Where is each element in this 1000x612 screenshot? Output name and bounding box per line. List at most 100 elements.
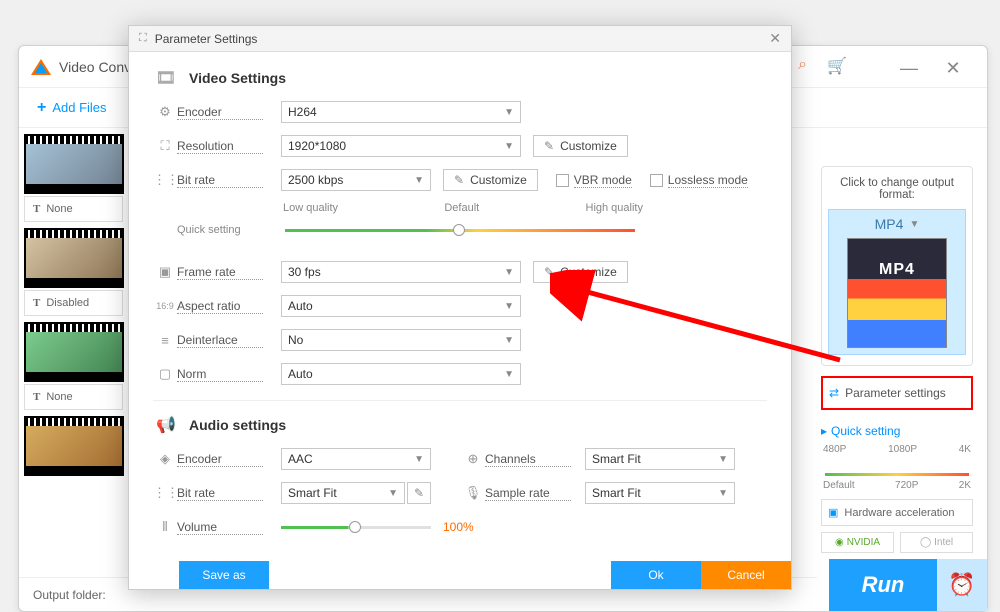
plus-icon: + — [37, 99, 46, 117]
sliders-icon: ⇄ — [829, 386, 839, 400]
deinterlace-label: Deinterlace — [177, 333, 263, 348]
deinterlace-icon: ≡ — [153, 333, 177, 348]
pencil-icon: ✎ — [544, 265, 554, 279]
audio-bitrate-label: Bit rate — [177, 486, 263, 501]
norm-icon: ▢ — [153, 366, 177, 382]
chevron-down-icon: ▼ — [388, 488, 398, 499]
bitrate-label: Bit rate — [177, 173, 263, 188]
cancel-button[interactable]: Cancel — [701, 561, 791, 589]
output-panel: Click to change output format: MP4▼ MP4 … — [821, 166, 973, 553]
cart-icon[interactable]: 🛒 — [827, 56, 847, 76]
norm-select[interactable]: Auto▼ — [281, 363, 521, 385]
quick-setting-link[interactable]: ▸Quick setting — [821, 424, 973, 438]
chevron-down-icon: ▼ — [504, 369, 514, 380]
video-thumbnail[interactable] — [24, 416, 124, 476]
text-icon: T — [33, 297, 40, 309]
text-icon: T — [33, 391, 40, 403]
audio-encoder-select[interactable]: AAC▼ — [281, 448, 431, 470]
dialog-title: Parameter Settings — [155, 32, 258, 46]
text-icon: T — [33, 203, 40, 215]
channels-icon: ⊕ — [461, 451, 485, 467]
output-folder-label: Output folder: — [33, 588, 106, 602]
audio-bitrate-edit-button[interactable]: ✎ — [407, 482, 431, 504]
chevron-down-icon: ▼ — [909, 219, 919, 230]
clock-icon: ⏰ — [948, 572, 975, 598]
chip-icon: ▣ — [828, 506, 838, 519]
chevron-down-icon: ▼ — [414, 175, 424, 186]
audio-section-header: 📢 Audio settings — [153, 415, 767, 435]
chevron-down-icon: ▼ — [718, 454, 728, 465]
samplerate-icon: 🎙 — [461, 485, 485, 501]
video-encoder-select[interactable]: H264▼ — [281, 101, 521, 123]
schedule-button[interactable]: ⏰ — [937, 559, 987, 611]
output-format-title: Click to change output format: — [828, 177, 966, 201]
video-thumbnail[interactable] — [24, 228, 124, 288]
intel-toggle[interactable]: ◯Intel — [900, 532, 973, 553]
volume-label: Volume — [177, 520, 263, 535]
audio-bitrate-select[interactable]: Smart Fit▼ — [281, 482, 405, 504]
framerate-customize-button[interactable]: ✎Customize — [533, 261, 628, 283]
nvidia-toggle[interactable]: ◉NVIDIA — [821, 532, 894, 553]
search-icon[interactable]: ⌕ — [798, 56, 807, 76]
chevron-down-icon: ▼ — [504, 267, 514, 278]
vbr-label: VBR mode — [574, 173, 632, 188]
video-section-header: 🎞 Video Settings — [153, 68, 767, 88]
pencil-icon: ✎ — [544, 139, 554, 153]
quick-setting-label: Quick setting — [177, 224, 263, 236]
video-thumbnail[interactable] — [24, 322, 124, 382]
norm-label: Norm — [177, 367, 263, 382]
subtitle-pill[interactable]: TDisabled — [24, 290, 123, 316]
chevron-down-icon: ▼ — [504, 301, 514, 312]
dialog-titlebar: ⛶ Parameter Settings ✕ — [129, 26, 791, 52]
lossless-checkbox[interactable] — [650, 174, 663, 187]
parameter-settings-dialog: ⛶ Parameter Settings ✕ 🎞 Video Settings … — [128, 25, 792, 590]
minimize-button[interactable]: — — [895, 54, 923, 82]
add-files-label: Add Files — [52, 100, 106, 115]
quick-quality-slider[interactable] — [825, 473, 969, 476]
resolution-select[interactable]: 1920*1080▼ — [281, 135, 521, 157]
ok-button[interactable]: Ok — [611, 561, 701, 589]
chevron-down-icon: ▼ — [414, 454, 424, 465]
chevron-down-icon: ▼ — [504, 141, 514, 152]
volume-slider[interactable] — [281, 526, 431, 529]
parameter-settings-link[interactable]: ⇄ Parameter settings — [821, 376, 973, 410]
video-bitrate-select[interactable]: 2500 kbps▼ — [281, 169, 431, 191]
aspect-select[interactable]: Auto▼ — [281, 295, 521, 317]
add-files-button[interactable]: + Add Files — [37, 99, 107, 117]
bitrate-customize-button[interactable]: ✎Customize — [443, 169, 538, 191]
dialog-close-button[interactable]: ✕ — [769, 30, 781, 47]
framerate-label: Frame rate — [177, 265, 263, 280]
app-title: Video Conv — [59, 59, 131, 75]
samplerate-select[interactable]: Smart Fit▼ — [585, 482, 735, 504]
audio-bitrate-icon: ⋮⋮ — [153, 485, 177, 501]
volume-icon: ⦀ — [153, 519, 177, 535]
thumbnail-column: TNone TDisabled TNone — [19, 128, 129, 577]
film-icon: 🎞 — [153, 68, 179, 88]
save-as-button[interactable]: Save as — [179, 561, 269, 589]
pencil-icon: ✎ — [454, 173, 464, 187]
lossless-label: Lossless mode — [668, 173, 748, 188]
resolution-icon: ⛶ — [153, 138, 177, 154]
channels-label: Channels — [485, 452, 571, 467]
close-button[interactable]: ✕ — [939, 54, 967, 82]
subtitle-pill[interactable]: TNone — [24, 196, 123, 222]
chevron-down-icon: ▼ — [718, 488, 728, 499]
quality-slider[interactable] — [285, 229, 635, 232]
resolution-customize-button[interactable]: ✎Customize — [533, 135, 628, 157]
vbr-checkbox[interactable] — [556, 174, 569, 187]
run-button[interactable]: Run — [829, 559, 937, 611]
video-thumbnail[interactable] — [24, 134, 124, 194]
output-format-tile[interactable]: MP4▼ MP4 — [828, 209, 966, 355]
sliders-icon: ⛶ — [139, 32, 147, 45]
resolution-label: Resolution — [177, 139, 263, 154]
speaker-icon: 📢 — [153, 415, 179, 435]
deinterlace-select[interactable]: No▼ — [281, 329, 521, 351]
format-preview-image: MP4 — [847, 238, 947, 348]
framerate-select[interactable]: 30 fps▼ — [281, 261, 521, 283]
subtitle-pill[interactable]: TNone — [24, 384, 123, 410]
channels-select[interactable]: Smart Fit▼ — [585, 448, 735, 470]
aspect-label: Aspect ratio — [177, 299, 263, 314]
encoder-label: Encoder — [177, 105, 263, 120]
hardware-accel-box[interactable]: ▣ Hardware acceleration — [821, 499, 973, 526]
chevron-down-icon: ▼ — [504, 107, 514, 118]
